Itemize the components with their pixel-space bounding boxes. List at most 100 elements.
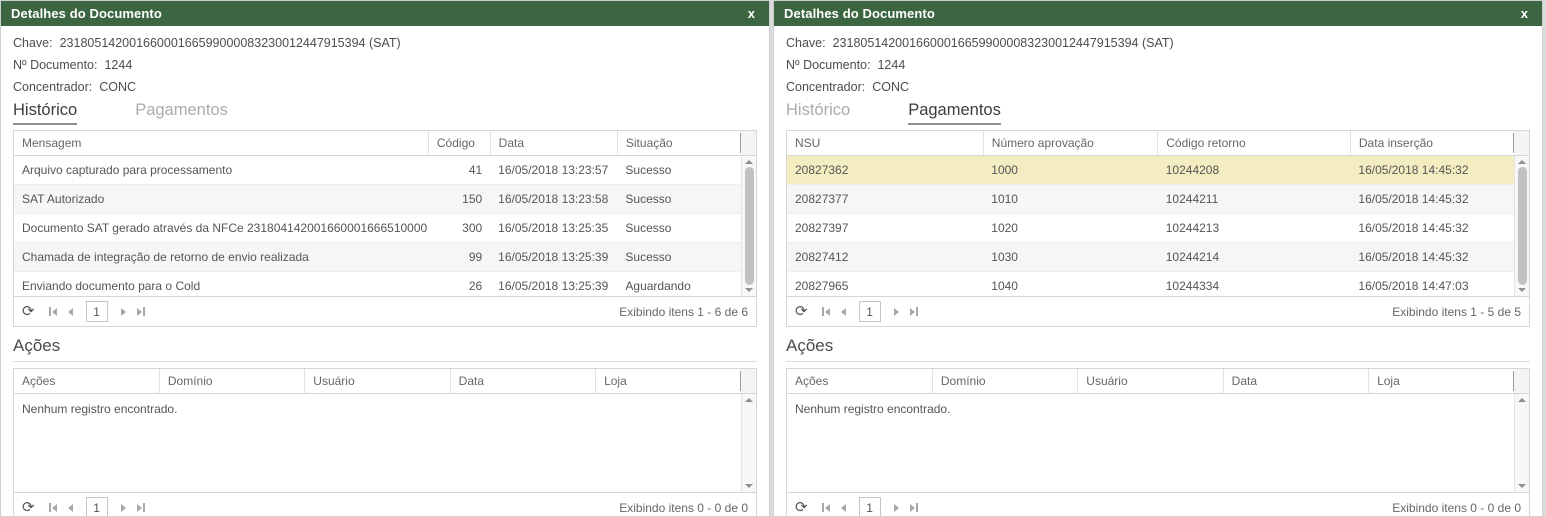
- table-row[interactable]: Chamada de integração de retorno de envi…: [14, 243, 741, 272]
- column-header-codigo[interactable]: Código: [428, 131, 490, 155]
- pager-last-button[interactable]: [137, 307, 145, 316]
- pager-last-button[interactable]: [910, 503, 918, 512]
- column-header-data[interactable]: Data: [450, 369, 595, 393]
- pager-first-button[interactable]: [822, 307, 830, 316]
- concentrador-label: Concentrador:: [13, 80, 92, 94]
- pagamentos-grid: NSU Número aprovação Código retorno Data…: [786, 130, 1530, 327]
- column-header-numero-aprovacao[interactable]: Número aprovação: [983, 131, 1157, 155]
- column-header-situacao[interactable]: Situação: [617, 131, 741, 155]
- column-header-data-insercao[interactable]: Data inserção: [1350, 131, 1514, 155]
- scrollbar-thumb[interactable]: [745, 167, 754, 285]
- table-row[interactable]: SAT Autorizado15016/05/2018 13:23:58Suce…: [14, 185, 741, 214]
- acoes-heading: Ações: [786, 336, 1530, 356]
- documento-value: 1244: [877, 58, 905, 72]
- tab-historico[interactable]: Histórico: [786, 101, 850, 125]
- acoes-divider: [13, 361, 757, 362]
- column-header-usuario[interactable]: Usuário: [305, 369, 450, 393]
- column-header-codigo-retorno[interactable]: Código retorno: [1158, 131, 1351, 155]
- pager-next-button[interactable]: [121, 504, 126, 512]
- close-icon[interactable]: x: [744, 5, 759, 22]
- pager-prev-button[interactable]: [841, 308, 846, 316]
- scroll-down-icon[interactable]: [745, 288, 753, 292]
- column-header-nsu[interactable]: NSU: [787, 131, 983, 155]
- page-number-box[interactable]: 1: [86, 301, 108, 322]
- scroll-up-icon[interactable]: [745, 160, 753, 164]
- column-header-data[interactable]: Data: [490, 131, 617, 155]
- pager-last-button[interactable]: [910, 307, 918, 316]
- table-row[interactable]: Arquivo capturado para processamento4116…: [14, 156, 741, 185]
- column-header-acoes[interactable]: Ações: [787, 369, 932, 393]
- page-number-box[interactable]: 1: [859, 301, 881, 322]
- dialog-titlebar: Detalhes do Documento x: [1, 1, 769, 26]
- pager-first-button[interactable]: [49, 503, 57, 512]
- table-cell: 300: [428, 214, 490, 243]
- scroll-up-icon[interactable]: [1518, 160, 1526, 164]
- refresh-icon[interactable]: ⟳: [22, 304, 35, 319]
- pager-next-button[interactable]: [894, 308, 899, 316]
- scroll-up-icon[interactable]: [745, 398, 753, 402]
- pager-nav: 1: [822, 497, 918, 517]
- scroll-down-icon[interactable]: [1518, 288, 1526, 292]
- column-header-mensagem[interactable]: Mensagem: [14, 131, 428, 155]
- table-cell: 1010: [983, 185, 1157, 214]
- pager-prev-button[interactable]: [68, 504, 73, 512]
- chave-value: 2318051420016600016659900008323001244791…: [60, 36, 401, 50]
- refresh-icon[interactable]: ⟳: [22, 500, 35, 515]
- tab-pagamentos[interactable]: Pagamentos: [908, 101, 1001, 125]
- column-header-dominio[interactable]: Domínio: [932, 369, 1077, 393]
- vertical-scrollbar[interactable]: [1514, 394, 1529, 492]
- column-header-usuario[interactable]: Usuário: [1078, 369, 1223, 393]
- page-number-box[interactable]: 1: [86, 497, 108, 517]
- document-details-dialog-pagamentos: Detalhes do Documento x Chave:2318051420…: [773, 0, 1543, 517]
- page-number-box[interactable]: 1: [859, 497, 881, 517]
- pager-first-button[interactable]: [822, 503, 830, 512]
- pager-next-button[interactable]: [121, 308, 126, 316]
- close-icon[interactable]: x: [1517, 5, 1532, 22]
- table-cell: 1000: [983, 156, 1157, 185]
- refresh-icon[interactable]: ⟳: [795, 304, 808, 319]
- table-cell: 20827965: [787, 272, 983, 297]
- tab-pagamentos[interactable]: Pagamentos: [135, 101, 228, 125]
- table-row[interactable]: 2082741210301024421416/05/2018 14:45:32: [787, 243, 1514, 272]
- vertical-scrollbar[interactable]: [1514, 156, 1529, 296]
- pager-prev-button[interactable]: [68, 308, 73, 316]
- documento-line: Nº Documento:1244: [786, 54, 1530, 76]
- column-header-data[interactable]: Data: [1223, 369, 1368, 393]
- tab-strip: Histórico Pagamentos: [13, 101, 757, 125]
- pager-status: Exibindo itens 1 - 5 de 5: [1392, 305, 1521, 319]
- pager-first-button[interactable]: [49, 307, 57, 316]
- table-cell: 16/05/2018 14:45:32: [1350, 243, 1514, 272]
- table-cell: 16/05/2018 13:23:58: [490, 185, 617, 214]
- column-header-loja[interactable]: Loja: [596, 369, 741, 393]
- pager-prev-button[interactable]: [841, 504, 846, 512]
- column-header-loja[interactable]: Loja: [1369, 369, 1514, 393]
- scroll-down-icon[interactable]: [745, 484, 753, 488]
- concentrador-value: CONC: [99, 80, 136, 94]
- table-cell: Sucesso: [617, 243, 741, 272]
- chave-line: Chave:2318051420016600016659900008323001…: [13, 32, 757, 54]
- pager-next-button[interactable]: [894, 504, 899, 512]
- grid-header: NSU Número aprovação Código retorno Data…: [787, 131, 1529, 156]
- column-header-acoes[interactable]: Ações: [14, 369, 159, 393]
- tab-historico[interactable]: Histórico: [13, 101, 77, 125]
- table-cell: 16/05/2018 13:25:39: [490, 272, 617, 297]
- vertical-scrollbar[interactable]: [741, 394, 756, 492]
- scroll-down-icon[interactable]: [1518, 484, 1526, 488]
- table-row[interactable]: 2082736210001024420816/05/2018 14:45:32: [787, 156, 1514, 185]
- table-row[interactable]: 2082739710201024421316/05/2018 14:45:32: [787, 214, 1514, 243]
- table-row[interactable]: Enviando documento para o Cold2616/05/20…: [14, 272, 741, 297]
- table-cell: 26: [428, 272, 490, 297]
- table-row[interactable]: 2082737710101024421116/05/2018 14:45:32: [787, 185, 1514, 214]
- documento-value: 1244: [104, 58, 132, 72]
- dialog-body: Chave:2318051420016600016659900008323001…: [1, 26, 769, 517]
- refresh-icon[interactable]: ⟳: [795, 500, 808, 515]
- column-header-dominio[interactable]: Domínio: [159, 369, 304, 393]
- table-row[interactable]: 2082796510401024433416/05/2018 14:47:03: [787, 272, 1514, 297]
- pager-last-button[interactable]: [137, 503, 145, 512]
- scrollbar-thumb[interactable]: [1518, 167, 1527, 285]
- documento-label: Nº Documento:: [13, 58, 97, 72]
- table-cell: 10244214: [1158, 243, 1351, 272]
- scroll-up-icon[interactable]: [1518, 398, 1526, 402]
- table-row[interactable]: Documento SAT gerado através da NFCe 231…: [14, 214, 741, 243]
- vertical-scrollbar[interactable]: [741, 156, 756, 296]
